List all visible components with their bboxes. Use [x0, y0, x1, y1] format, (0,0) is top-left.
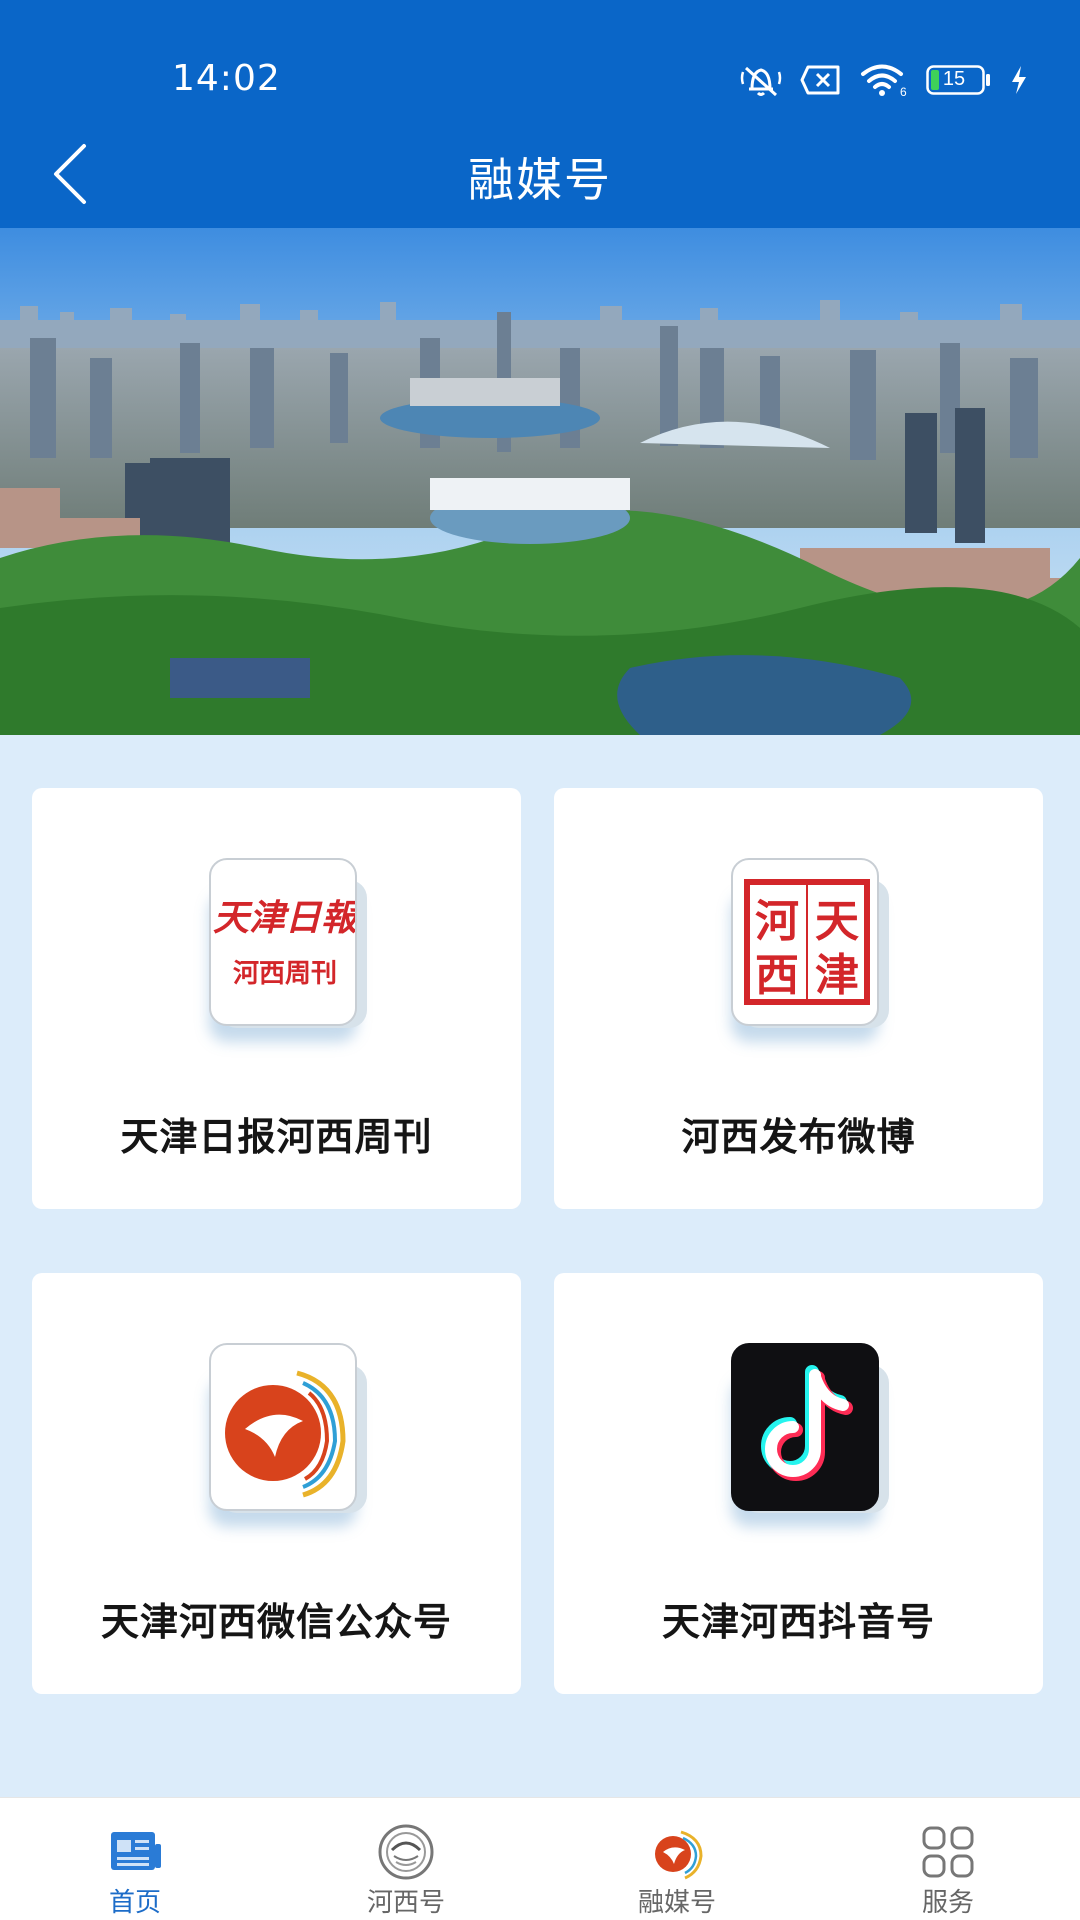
charging-icon — [1012, 66, 1026, 94]
battery-level: 15 — [942, 68, 966, 90]
no-sim-icon — [800, 65, 840, 95]
svg-text:6: 6 — [900, 85, 907, 97]
status-time: 14:02 — [172, 58, 281, 99]
tab-services[interactable]: 服务 — [848, 1798, 1048, 1920]
svg-text:河: 河 — [755, 896, 799, 947]
news-icon — [105, 1822, 165, 1882]
city-banner-image[interactable] — [0, 228, 1080, 735]
media-logo-icon — [647, 1822, 707, 1882]
card-tianjin-daily-hexi-weekly[interactable]: 天津日報 河西周刊 天津日报河西周刊 — [32, 788, 521, 1209]
grid-apps-icon — [918, 1822, 978, 1882]
battery-icon: 15 — [926, 65, 992, 95]
tab-home[interactable]: 首页 — [35, 1798, 235, 1920]
tab-media-hao[interactable]: 融媒号 — [577, 1798, 777, 1920]
tab-label: 服务 — [921, 1888, 974, 1918]
svg-text:河西周刊: 河西周刊 — [233, 959, 337, 989]
mute-bell-icon — [740, 66, 782, 97]
tianjin-hexi-logo-icon — [209, 1343, 367, 1513]
wifi-icon: 6 — [861, 64, 907, 97]
app-header: 14:02 6 15 融媒号 — [0, 0, 1080, 228]
svg-text:天津日報: 天津日報 — [213, 897, 357, 939]
card-hexi-release-weibo[interactable]: 河 天 西 津 河西发布微博 — [554, 788, 1043, 1209]
card-label: 天津日报河西周刊 — [120, 1115, 433, 1159]
page-title: 融媒号 — [468, 153, 612, 207]
tianjin-daily-logo-icon: 天津日報 河西周刊 — [209, 858, 367, 1028]
hexi-tianjin-seal-icon: 河 天 西 津 — [731, 858, 889, 1028]
tab-label: 河西号 — [366, 1888, 445, 1918]
svg-text:西: 西 — [755, 950, 799, 1001]
douyin-logo-icon — [731, 1343, 889, 1513]
tab-label: 首页 — [108, 1888, 161, 1918]
card-douyin-account[interactable]: 天津河西抖音号 — [554, 1273, 1043, 1694]
tab-hexi-hao[interactable]: 河西号 — [306, 1798, 506, 1920]
status-icons: 6 15 — [740, 62, 1028, 98]
card-label: 天津河西微信公众号 — [100, 1600, 452, 1644]
hexi-circle-icon — [376, 1822, 436, 1882]
svg-text:津: 津 — [815, 950, 859, 1001]
svg-text:天: 天 — [815, 896, 859, 947]
tab-label: 融媒号 — [637, 1888, 716, 1918]
nav-bar: 融媒号 — [0, 120, 1080, 228]
card-label: 河西发布微博 — [681, 1115, 916, 1159]
card-wechat-official-account[interactable]: 天津河西微信公众号 — [32, 1273, 521, 1694]
bottom-tab-bar: 首页 河西号 融媒号 服务 — [0, 1797, 1080, 1920]
card-label: 天津河西抖音号 — [661, 1600, 935, 1644]
status-bar: 14:02 6 15 — [0, 0, 1080, 120]
